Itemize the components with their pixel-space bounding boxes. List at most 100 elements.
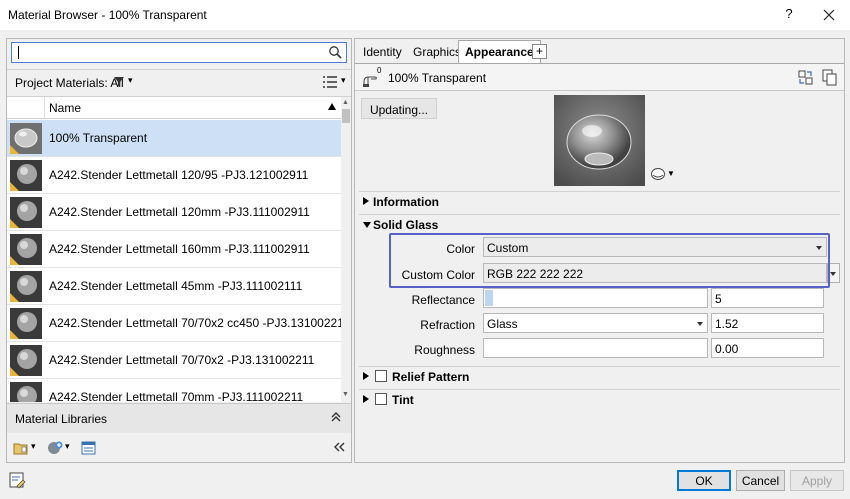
help-button[interactable]: ? xyxy=(778,6,800,24)
filter-icon[interactable] xyxy=(113,76,125,88)
create-material-icon[interactable] xyxy=(47,440,63,456)
project-materials-header: Project Materials: All ▾ ▾ xyxy=(7,69,351,95)
project-materials-label: Project Materials: All xyxy=(15,76,124,90)
section-divider xyxy=(359,191,840,192)
reflectance-label: Reflectance xyxy=(411,293,475,307)
material-list: Name 100% Transparent A242.Stender Lettme… xyxy=(7,96,351,402)
updating-button[interactable]: Updating... xyxy=(361,98,437,119)
filter-dropdown-arrow-icon[interactable]: ▾ xyxy=(128,75,133,86)
material-row[interactable]: A242.Stender Lettmetall 45mm -PJ3.111002… xyxy=(7,268,341,305)
relief-pattern-checkbox[interactable] xyxy=(375,370,387,382)
material-libraries-header[interactable]: Material Libraries xyxy=(7,403,351,433)
metal-material-thumbnail-icon xyxy=(10,197,42,228)
list-scrollbar[interactable]: ▲ ▼ xyxy=(341,97,351,402)
list-view-icon[interactable] xyxy=(322,75,338,89)
section-divider xyxy=(359,366,840,367)
collapse-arrow-icon[interactable] xyxy=(363,222,371,228)
glass-material-thumbnail-icon xyxy=(10,123,42,154)
refraction-label: Refraction xyxy=(420,318,475,332)
section-divider xyxy=(359,214,840,215)
metal-material-thumbnail-icon xyxy=(10,345,42,376)
highlight-box xyxy=(389,233,830,288)
material-name: A242.Stender Lettmetall 120mm -PJ3.11100… xyxy=(49,205,310,219)
section-tint[interactable]: Tint xyxy=(355,389,844,411)
replace-asset-icon[interactable] xyxy=(798,70,813,85)
tab-appearance[interactable]: Appearance xyxy=(458,40,541,63)
metal-material-thumbnail-icon xyxy=(10,308,42,339)
search-input[interactable] xyxy=(11,42,347,63)
material-name: A242.Stender Lettmetall 160mm -PJ3.11100… xyxy=(49,242,310,256)
section-relief-pattern[interactable]: Relief Pattern xyxy=(355,366,844,388)
expand-arrow-icon[interactable] xyxy=(363,395,369,403)
asset-header: 0 100% Transparent xyxy=(355,63,844,91)
close-icon[interactable] xyxy=(816,4,842,26)
libraries-toolbar: ▾ ▾ xyxy=(7,434,351,462)
material-name: 100% Transparent xyxy=(49,131,148,145)
title-bar: Material Browser - 100% Transparent ? xyxy=(0,0,850,30)
material-row[interactable]: A242.Stender Lettmetall 70/70x2 cc450 -P… xyxy=(7,305,350,342)
search-icon[interactable] xyxy=(328,45,343,60)
material-name: A242.Stender Lettmetall 120/95 -PJ3.1210… xyxy=(49,168,309,182)
material-name: A242.Stender Lettmetall 45mm -PJ3.111002… xyxy=(49,279,303,293)
scroll-down-icon[interactable]: ▼ xyxy=(342,391,349,398)
render-settings-arrow-icon[interactable]: ▼ xyxy=(667,169,675,178)
asset-name: 100% Transparent xyxy=(388,71,487,85)
section-information[interactable]: Information xyxy=(355,191,844,213)
open-library-arrow-icon[interactable]: ▾ xyxy=(31,441,36,452)
slider-fill xyxy=(485,290,493,306)
collapse-up-icon[interactable] xyxy=(330,411,342,426)
section-label: Tint xyxy=(392,393,414,407)
text-caret xyxy=(18,46,19,59)
cancel-button[interactable]: Cancel xyxy=(736,470,785,491)
asset-browser-icon[interactable] xyxy=(81,441,96,455)
collapse-left-icon[interactable] xyxy=(332,441,346,456)
dropdown-arrow-icon xyxy=(830,272,836,276)
view-options-arrow-icon[interactable]: ▾ xyxy=(341,75,346,86)
refraction-select[interactable]: Glass xyxy=(483,313,708,333)
metal-material-thumbnail-icon xyxy=(10,160,42,191)
material-name: A242.Stender Lettmetall 70/70x2 cc450 -P… xyxy=(49,316,350,330)
scroll-thumb[interactable] xyxy=(342,109,350,123)
roughness-value-field[interactable]: 0.00 xyxy=(711,338,824,358)
refraction-select-value: Glass xyxy=(487,317,518,331)
section-label: Solid Glass xyxy=(373,218,439,232)
material-row[interactable]: A242.Stender Lettmetall 160mm -PJ3.11100… xyxy=(7,231,341,268)
refraction-index-field[interactable]: 1.52 xyxy=(711,313,824,333)
name-column-header[interactable]: Name xyxy=(49,101,81,115)
material-row[interactable]: A242.Stender Lettmetall 120mm -PJ3.11100… xyxy=(7,194,341,231)
thumbnail-column xyxy=(7,97,45,119)
dropdown-arrow-icon xyxy=(697,322,703,326)
list-column-header: Name xyxy=(7,97,341,119)
apply-button[interactable]: Apply xyxy=(790,470,844,491)
window-title: Material Browser - 100% Transparent xyxy=(8,8,207,22)
section-divider xyxy=(359,389,840,390)
expand-arrow-icon[interactable] xyxy=(363,197,369,205)
render-settings-icon[interactable] xyxy=(650,167,666,181)
material-row[interactable]: 100% Transparent xyxy=(7,120,341,157)
reflectance-slider[interactable] xyxy=(483,288,708,308)
material-browser-panel: Project Materials: All ▾ ▾ Name 100% Tra… xyxy=(6,38,352,463)
metal-material-thumbnail-icon xyxy=(10,234,42,265)
expand-arrow-icon[interactable] xyxy=(363,372,369,380)
material-editor-panel: Identity Graphics Appearance + 0 100% Tr… xyxy=(354,38,845,463)
section-label: Information xyxy=(373,195,439,209)
ok-button[interactable]: OK xyxy=(677,470,731,491)
roughness-label: Roughness xyxy=(414,343,475,357)
material-preview xyxy=(554,95,645,186)
create-material-arrow-icon[interactable]: ▾ xyxy=(65,441,70,452)
material-row[interactable]: A242.Stender Lettmetall 70/70x2 -PJ3.131… xyxy=(7,342,341,379)
tint-checkbox[interactable] xyxy=(375,393,387,405)
reflectance-value-field[interactable]: 5 xyxy=(711,288,824,308)
open-library-icon[interactable] xyxy=(13,441,29,455)
tab-identity[interactable]: Identity xyxy=(358,42,407,63)
material-libraries-label: Material Libraries xyxy=(15,412,108,426)
duplicate-asset-icon[interactable] xyxy=(822,69,837,86)
add-tab-button[interactable]: + xyxy=(532,44,547,59)
material-editor-toggle-icon[interactable] xyxy=(9,472,26,489)
scroll-up-icon[interactable]: ▲ xyxy=(342,99,349,106)
sort-ascending-icon xyxy=(328,103,336,110)
material-row[interactable]: A242.Stender Lettmetall 70mm -PJ3.111002… xyxy=(7,379,341,402)
metal-material-thumbnail-icon xyxy=(10,382,42,402)
material-row[interactable]: A242.Stender Lettmetall 120/95 -PJ3.1210… xyxy=(7,157,341,194)
roughness-slider[interactable] xyxy=(483,338,708,358)
